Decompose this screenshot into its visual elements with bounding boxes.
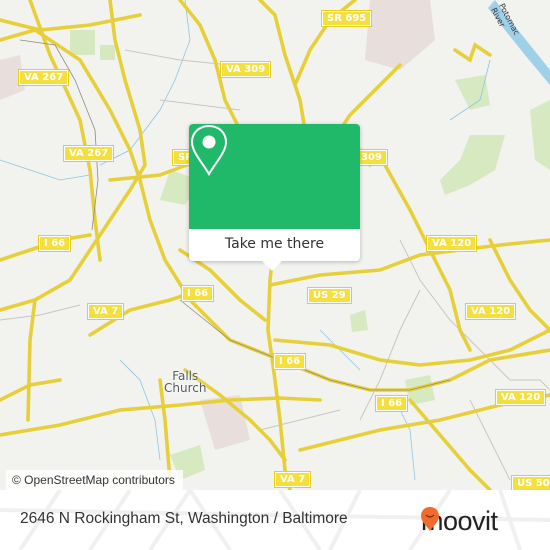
moovit-logo: moovit [420, 506, 498, 536]
road [453, 42, 492, 63]
road-shield: I 66 [37, 235, 72, 252]
moovit-pin-icon [421, 507, 439, 531]
road-shield: VA 120 [425, 235, 478, 252]
road-shield: 309 [355, 149, 388, 166]
place-label-falls-church: Falls Church [164, 370, 206, 394]
road [26, 298, 37, 422]
popup-header [189, 124, 360, 229]
take-me-there-button[interactable]: Take me there [189, 229, 360, 261]
location-popup: Take me there [189, 124, 360, 271]
road-shield: I 66 [374, 395, 409, 412]
road-shield: I 66 [180, 285, 215, 302]
park-area [350, 310, 368, 332]
road-shield: US 50 [511, 475, 550, 490]
address-text: 2646 N Rockingham St, Washington / Balti… [20, 510, 348, 527]
road-shield: SR 695 [320, 10, 373, 27]
road-shield: US 29 [307, 287, 352, 304]
road [158, 378, 172, 482]
map-pin-icon [190, 124, 228, 176]
park-area [530, 100, 550, 170]
road-shield: VA 7 [273, 471, 312, 488]
road-shield: VA 120 [464, 303, 517, 320]
road [408, 398, 492, 490]
road-shield: VA 267 [62, 145, 115, 162]
road-shield: VA 267 [17, 69, 70, 86]
park-area [70, 30, 95, 55]
footer: 2646 N Rockingham St, Washington / Balti… [0, 490, 550, 550]
road [0, 396, 322, 437]
road [273, 328, 550, 367]
road-shield: I 66 [272, 353, 307, 370]
road [0, 13, 142, 32]
map[interactable]: SR 695 VA 267 VA 309 VA 267 SR 309 I 66 … [0, 0, 550, 490]
stream [0, 159, 91, 181]
road-shield: VA 7 [86, 303, 125, 320]
place-label-line2: Church [164, 381, 207, 395]
minor-road [510, 379, 550, 391]
park-area [440, 135, 505, 195]
park-area [100, 45, 115, 60]
road-shield: VA 309 [219, 61, 272, 78]
stream [319, 329, 361, 371]
map-attribution[interactable]: © OpenStreetMap contributors [6, 470, 183, 490]
stream [394, 399, 416, 481]
built-area [365, 0, 435, 70]
road-shield: VA 120 [494, 389, 547, 406]
minor-road [259, 409, 341, 431]
